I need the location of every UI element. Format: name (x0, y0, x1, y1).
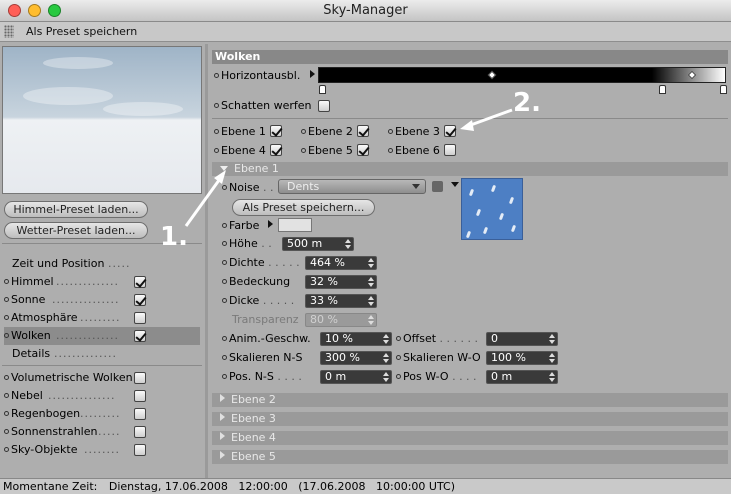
annotation-arrows (184, 108, 513, 227)
annotation-one: 1. (160, 222, 188, 252)
status-label: Momentane Zeit: (3, 480, 98, 493)
status-time: Dienstag, 17.06.2008 12:00:00 (17.06.200… (108, 480, 455, 493)
status-bar: Momentane Zeit: Dienstag, 17.06.2008 12:… (0, 478, 731, 494)
annotation-two: 2. (513, 88, 541, 118)
